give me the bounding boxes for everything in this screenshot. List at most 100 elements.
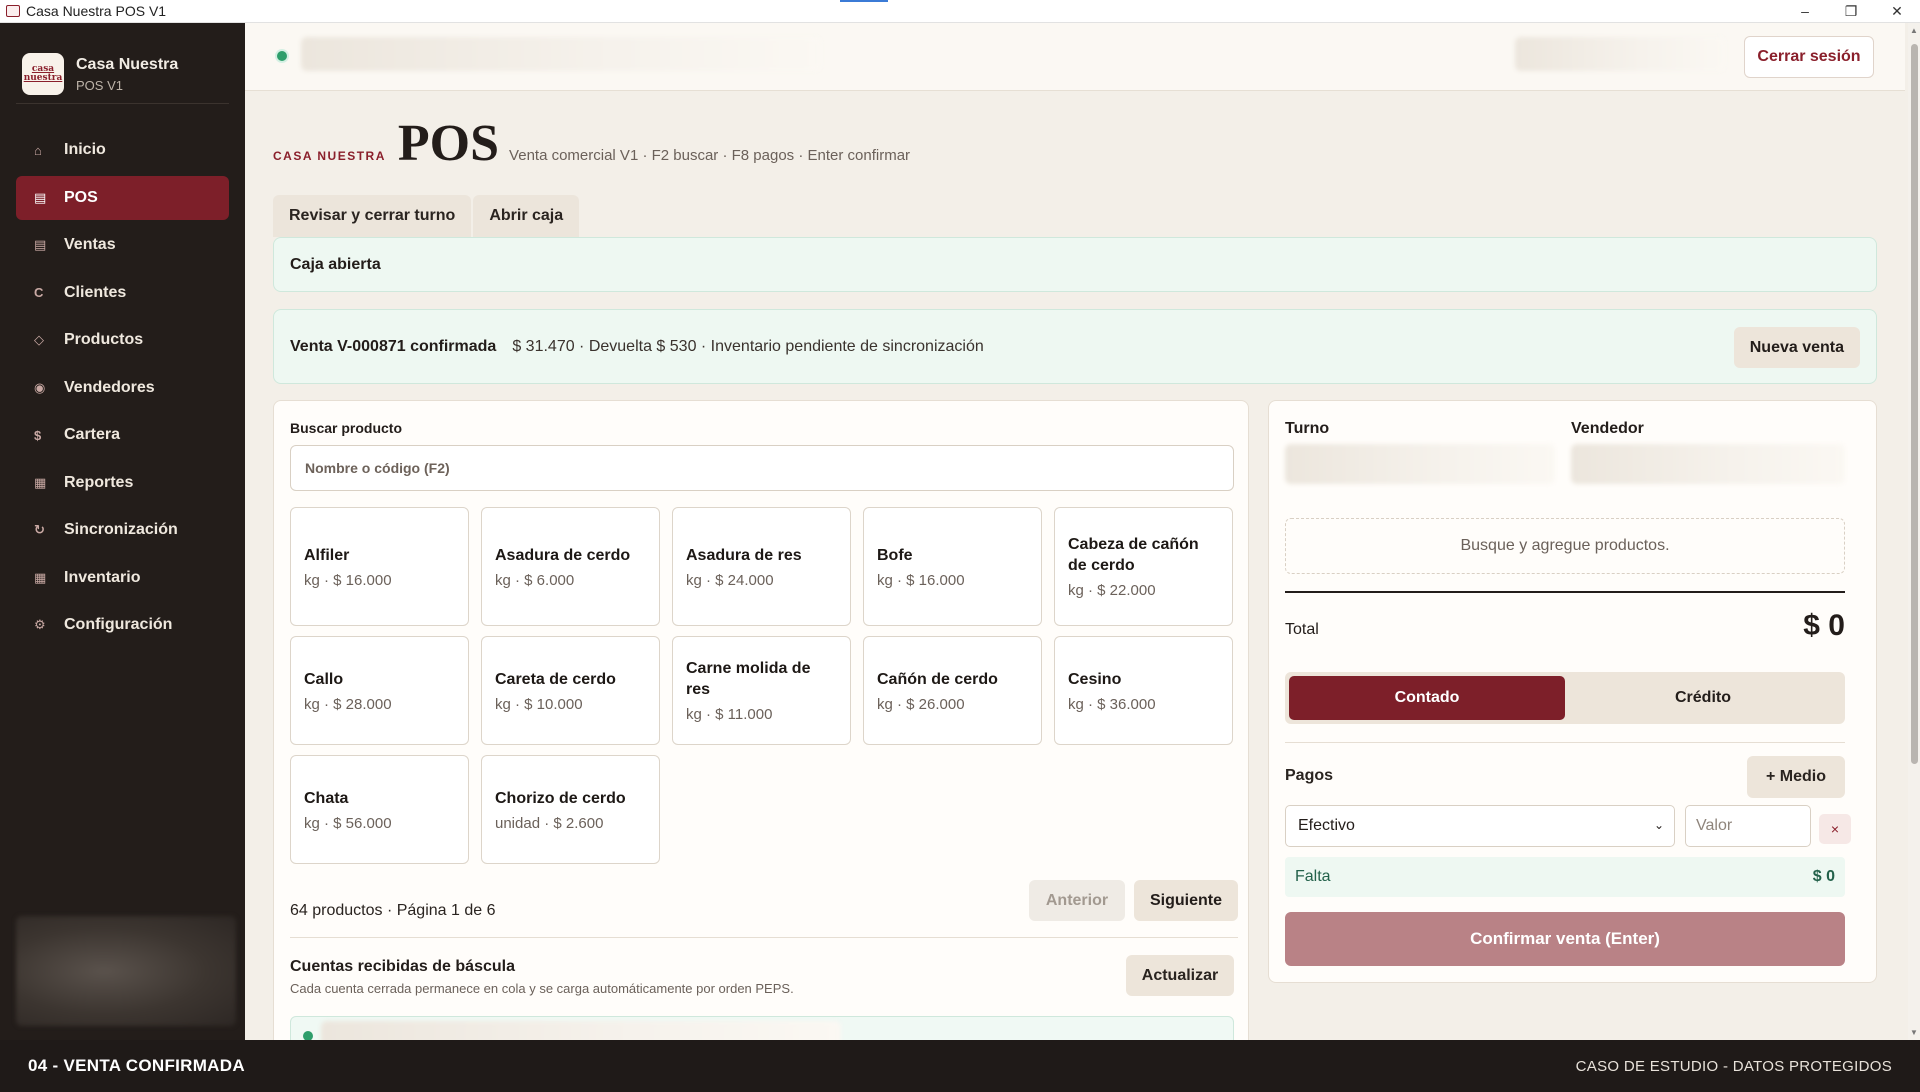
- inventory-icon: ▦: [34, 569, 47, 585]
- payment-method-select[interactable]: Efectivo ⌄: [1285, 805, 1675, 847]
- sidebar-item-pos[interactable]: ▤ POS: [16, 175, 229, 220]
- product-card[interactable]: Asadura de res kg · $ 24.000: [672, 507, 851, 626]
- open-cash-button[interactable]: Abrir caja: [473, 195, 580, 237]
- redacted-seller-value[interactable]: [1571, 444, 1845, 484]
- shift-label: Turno: [1285, 420, 1330, 437]
- product-card[interactable]: Cabeza de cañón de cerdo kg · $ 22.000: [1054, 507, 1233, 626]
- product-name: Asadura de res: [686, 546, 802, 564]
- sidebar-item-productos[interactable]: ◇ Productos: [16, 318, 229, 362]
- product-card[interactable]: Callo kg · $ 28.000: [290, 636, 469, 745]
- keyboard-hint: Venta comercial V1 · F2 buscar · F8 pago…: [509, 147, 911, 164]
- payment-value-input[interactable]: [1685, 805, 1811, 847]
- sidebar-item-inventario[interactable]: ▦ Inventario: [16, 556, 229, 600]
- product-price: kg · $ 56.000: [304, 814, 392, 832]
- remove-payment-button[interactable]: ×: [1819, 814, 1851, 844]
- product-card[interactable]: Chata kg · $ 56.000: [290, 755, 469, 864]
- sidebar-item-ventas[interactable]: ▤ Ventas: [16, 223, 229, 267]
- confirm-sale-button[interactable]: Confirmar venta (Enter): [1285, 912, 1845, 966]
- shift-actions: Revisar y cerrar turno Abrir caja: [273, 195, 581, 237]
- cash-mode-button[interactable]: Contado: [1289, 676, 1565, 720]
- sidebar-item-label: Inventario: [64, 568, 141, 586]
- payment-method-value: Efectivo: [1298, 817, 1355, 834]
- product-card[interactable]: Chorizo de cerdo unidad · $ 2.600: [481, 755, 660, 864]
- refresh-button[interactable]: Actualizar: [1126, 955, 1234, 996]
- product-price: kg · $ 22.000: [1068, 582, 1156, 599]
- product-card[interactable]: Alfiler kg · $ 16.000: [290, 507, 469, 626]
- sidebar-item-clientes[interactable]: C Clientes: [16, 271, 229, 315]
- credit-mode-button[interactable]: Crédito: [1565, 676, 1841, 720]
- product-card[interactable]: Asadura de cerdo kg · $ 6.000: [481, 507, 660, 626]
- product-name: Cabeza de cañón de cerdo: [1068, 536, 1199, 574]
- register-icon: ▤: [34, 189, 47, 205]
- product-name: Chata: [304, 789, 349, 807]
- total-label: Total: [1285, 621, 1319, 638]
- add-payment-method-button[interactable]: + Medio: [1747, 756, 1845, 798]
- scroll-down-icon[interactable]: ▼: [1910, 1028, 1918, 1037]
- review-close-shift-button[interactable]: Revisar y cerrar turno: [273, 195, 472, 237]
- scale-accounts-description: Cada cuenta cerrada permanece en cola y …: [290, 981, 794, 996]
- product-search-input[interactable]: [290, 445, 1234, 491]
- topbar: Cerrar sesión: [245, 23, 1905, 91]
- product-card[interactable]: Cañón de cerdo kg · $ 26.000: [863, 636, 1042, 745]
- status-step-label: 04 - VENTA CONFIRMADA: [28, 1056, 245, 1075]
- product-card[interactable]: Bofe kg · $ 16.000: [863, 507, 1042, 626]
- portfolio-icon: $: [34, 427, 42, 443]
- redacted-user-info: [1515, 37, 1725, 71]
- online-status-dot: [277, 51, 287, 61]
- pagination-info: 64 productos · Página 1 de 6: [290, 902, 496, 919]
- brand-name: Casa Nuestra: [76, 55, 179, 73]
- product-grid: Alfiler kg · $ 16.000 Asadura de cerdo kg …: [290, 507, 1238, 864]
- product-name: Cañón de cerdo: [877, 670, 998, 688]
- logo-text-bottom: nuestra: [23, 73, 63, 83]
- scroll-up-icon[interactable]: ▲: [1910, 26, 1918, 35]
- sidebar-item-label: Cartera: [64, 426, 121, 443]
- product-name: Chorizo de cerdo: [495, 789, 626, 807]
- logout-button[interactable]: Cerrar sesión: [1744, 36, 1874, 78]
- redacted-scale-account: [321, 1021, 841, 1040]
- sidebar-item-sincronizacion[interactable]: ↻ Sincronización: [16, 508, 229, 552]
- next-page-button[interactable]: Siguiente: [1134, 880, 1238, 921]
- product-price: kg · $ 26.000: [877, 695, 965, 713]
- product-name: Careta de cerdo: [495, 670, 616, 688]
- scrollbar-thumb[interactable]: [1911, 44, 1918, 764]
- payments-divider: [1285, 742, 1845, 743]
- previous-page-button[interactable]: Anterior: [1029, 880, 1125, 921]
- chevron-down-icon: ⌄: [1653, 818, 1664, 832]
- new-sale-button[interactable]: Nueva venta: [1733, 327, 1860, 368]
- sidebar-item-vendedores[interactable]: ◉ Vendedores: [16, 366, 229, 410]
- total-value: $ 0: [1803, 609, 1845, 642]
- product-price: unidad · $ 2.600: [495, 814, 604, 832]
- sidebar-item-label: Productos: [64, 331, 144, 348]
- page-header: CASA NUESTRA POS Venta comercial V1 · F2…: [273, 118, 910, 170]
- sidebar-item-configuracion[interactable]: ⚙ Configuración: [16, 603, 229, 647]
- sale-panel: Turno Vendedor Busque y agregue producto…: [1268, 400, 1877, 983]
- sidebar-item-cartera[interactable]: $ Cartera: [16, 413, 229, 457]
- close-window-button[interactable]: ✕: [1874, 0, 1920, 23]
- product-price: kg · $ 16.000: [304, 571, 392, 589]
- sidebar-item-label: POS: [64, 188, 98, 206]
- redacted-shift-value: [1285, 444, 1555, 484]
- maximize-button[interactable]: ❐: [1828, 0, 1874, 23]
- brand: casa nuestra Casa Nuestra POS V1: [0, 23, 245, 103]
- product-card[interactable]: Cesino kg · $ 36.000: [1054, 636, 1233, 745]
- product-name: Callo: [304, 670, 344, 688]
- main-content: Cerrar sesión CASA NUESTRA POS Venta com…: [245, 23, 1905, 1040]
- scale-account-row[interactable]: [290, 1016, 1234, 1040]
- clients-icon: C: [34, 285, 44, 300]
- focus-indicator: [840, 0, 888, 2]
- search-label: Buscar producto: [290, 420, 403, 436]
- redacted-status-text: [301, 37, 821, 71]
- app-icon: [6, 5, 20, 17]
- sidebar-item-label: Configuración: [64, 616, 173, 633]
- scale-accounts-title: Cuentas recibidas de báscula: [290, 958, 515, 975]
- page-title: POS: [397, 115, 500, 172]
- sidebar-item-reportes[interactable]: ▦ Reportes: [16, 461, 229, 505]
- product-name: Carne molida de res: [686, 660, 811, 698]
- settings-icon: ⚙: [34, 617, 46, 632]
- sidebar-item-inicio[interactable]: ⌂ Inicio: [16, 128, 229, 172]
- minimize-button[interactable]: –: [1782, 0, 1828, 23]
- product-card[interactable]: Carne molida de res kg · $ 11.000: [672, 636, 851, 745]
- product-price: kg · $ 10.000: [495, 695, 583, 713]
- product-card[interactable]: Careta de cerdo kg · $ 10.000: [481, 636, 660, 745]
- window-titlebar: Casa Nuestra POS V1 – ❐ ✕: [0, 0, 1920, 23]
